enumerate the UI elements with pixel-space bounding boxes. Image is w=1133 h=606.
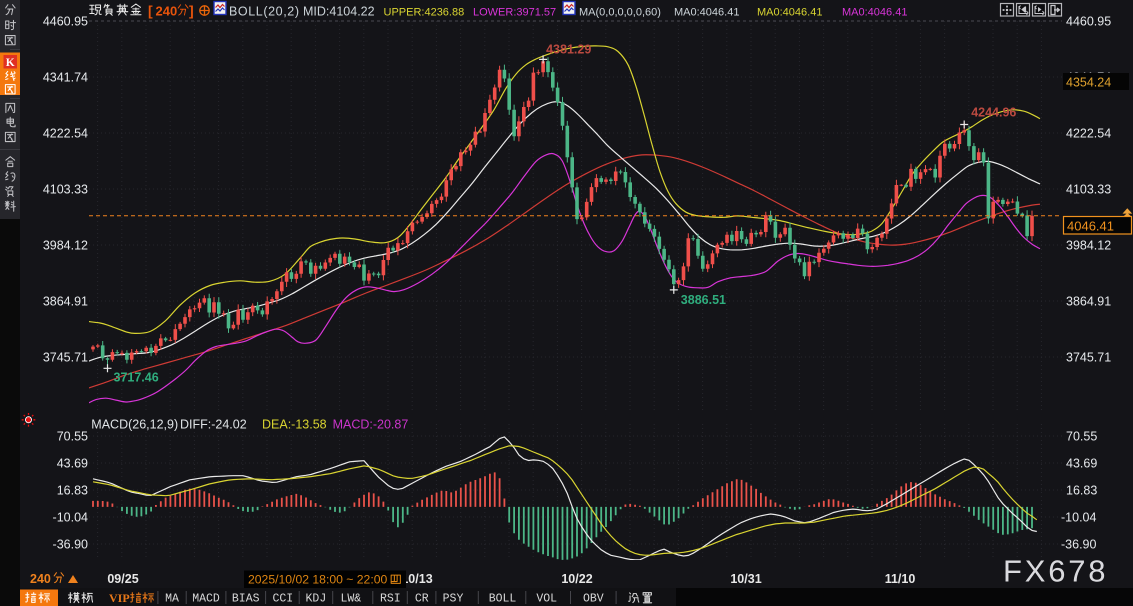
svg-text:10/22: 10/22 <box>561 572 592 586</box>
svg-text:16.83: 16.83 <box>57 484 88 498</box>
svg-text:VIP: VIP <box>109 591 130 605</box>
svg-text:16.83: 16.83 <box>1066 484 1097 498</box>
svg-text:-36.90: -36.90 <box>53 538 88 552</box>
svg-text:4354.24: 4354.24 <box>1066 76 1111 90</box>
svg-text:BIAS: BIAS <box>232 593 260 606</box>
svg-text:43.69: 43.69 <box>57 457 88 471</box>
svg-text:K: K <box>6 57 15 69</box>
svg-text:240: 240 <box>30 572 51 586</box>
svg-text:LW&: LW& <box>340 593 361 606</box>
svg-text:-10.04: -10.04 <box>1061 511 1096 525</box>
svg-text:MID:4104.22: MID:4104.22 <box>303 5 375 19</box>
svg-text:70.55: 70.55 <box>1066 430 1097 444</box>
svg-text:OBV: OBV <box>583 593 604 606</box>
svg-text:4460.95: 4460.95 <box>43 15 88 29</box>
svg-text:BOLL(20,2): BOLL(20,2) <box>229 5 300 19</box>
svg-text:MA0:4046.41: MA0:4046.41 <box>757 7 822 19</box>
svg-text:70.55: 70.55 <box>57 430 88 444</box>
svg-text:2025/10/02 18:00 ~ 22:00: 2025/10/02 18:00 ~ 22:00 <box>248 573 387 587</box>
svg-text:4103.33: 4103.33 <box>43 183 88 197</box>
svg-text:RSI: RSI <box>380 593 401 606</box>
svg-text:CR: CR <box>415 593 429 606</box>
svg-text:-10.04: -10.04 <box>53 511 88 525</box>
svg-text:MA: MA <box>165 593 179 606</box>
svg-text:]: ] <box>189 3 194 19</box>
svg-text:3886.51: 3886.51 <box>681 293 726 307</box>
svg-text:3984.12: 3984.12 <box>43 239 88 253</box>
svg-text:MA(0,0,0,0,0,60): MA(0,0,0,0,0,60) <box>579 7 661 19</box>
svg-text:3745.71: 3745.71 <box>43 351 88 365</box>
svg-text:4103.33: 4103.33 <box>1066 183 1111 197</box>
svg-text:KDJ: KDJ <box>306 593 327 606</box>
svg-text:240: 240 <box>156 4 178 19</box>
svg-text:3984.12: 3984.12 <box>1066 239 1111 253</box>
svg-text:DIFF:-24.02: DIFF:-24.02 <box>180 418 247 432</box>
svg-text:3745.71: 3745.71 <box>1066 351 1111 365</box>
svg-text:BOLL: BOLL <box>489 593 517 606</box>
svg-text:3717.46: 3717.46 <box>114 370 159 384</box>
svg-text:-36.90: -36.90 <box>1061 538 1096 552</box>
svg-text:4460.95: 4460.95 <box>1066 15 1111 29</box>
svg-text:11/10: 11/10 <box>885 572 916 586</box>
svg-text:10/31: 10/31 <box>730 572 761 586</box>
svg-text:09/25: 09/25 <box>107 572 138 586</box>
svg-text:MA0:4046.41: MA0:4046.41 <box>674 7 739 19</box>
svg-text:DEA:-13.58: DEA:-13.58 <box>262 418 327 432</box>
svg-text:FX678: FX678 <box>1003 554 1108 589</box>
svg-text:PSY: PSY <box>443 593 464 606</box>
svg-text:MACD(26,12,9): MACD(26,12,9) <box>91 418 178 432</box>
svg-text:43.69: 43.69 <box>1066 457 1097 471</box>
svg-text:4046.41: 4046.41 <box>1067 219 1114 234</box>
svg-text:4244.96: 4244.96 <box>971 106 1016 120</box>
svg-text:CCI: CCI <box>272 593 293 606</box>
svg-text:3864.91: 3864.91 <box>1066 295 1111 309</box>
svg-text:LOWER:3971.57: LOWER:3971.57 <box>473 7 556 19</box>
svg-text:4222.54: 4222.54 <box>1066 127 1111 141</box>
svg-text:4341.74: 4341.74 <box>43 71 88 85</box>
svg-text:MACD: MACD <box>192 593 220 606</box>
svg-text:MACD:-20.87: MACD:-20.87 <box>333 418 409 432</box>
svg-text:[: [ <box>148 3 153 19</box>
svg-text:4381.29: 4381.29 <box>546 42 591 56</box>
svg-text:4222.54: 4222.54 <box>43 127 88 141</box>
svg-text:3864.91: 3864.91 <box>43 295 88 309</box>
svg-text:10/13: 10/13 <box>401 572 432 586</box>
svg-text:VOL: VOL <box>536 593 557 606</box>
svg-text:UPPER:4236.88: UPPER:4236.88 <box>384 7 465 19</box>
svg-text:MA0:4046.41: MA0:4046.41 <box>842 7 907 19</box>
